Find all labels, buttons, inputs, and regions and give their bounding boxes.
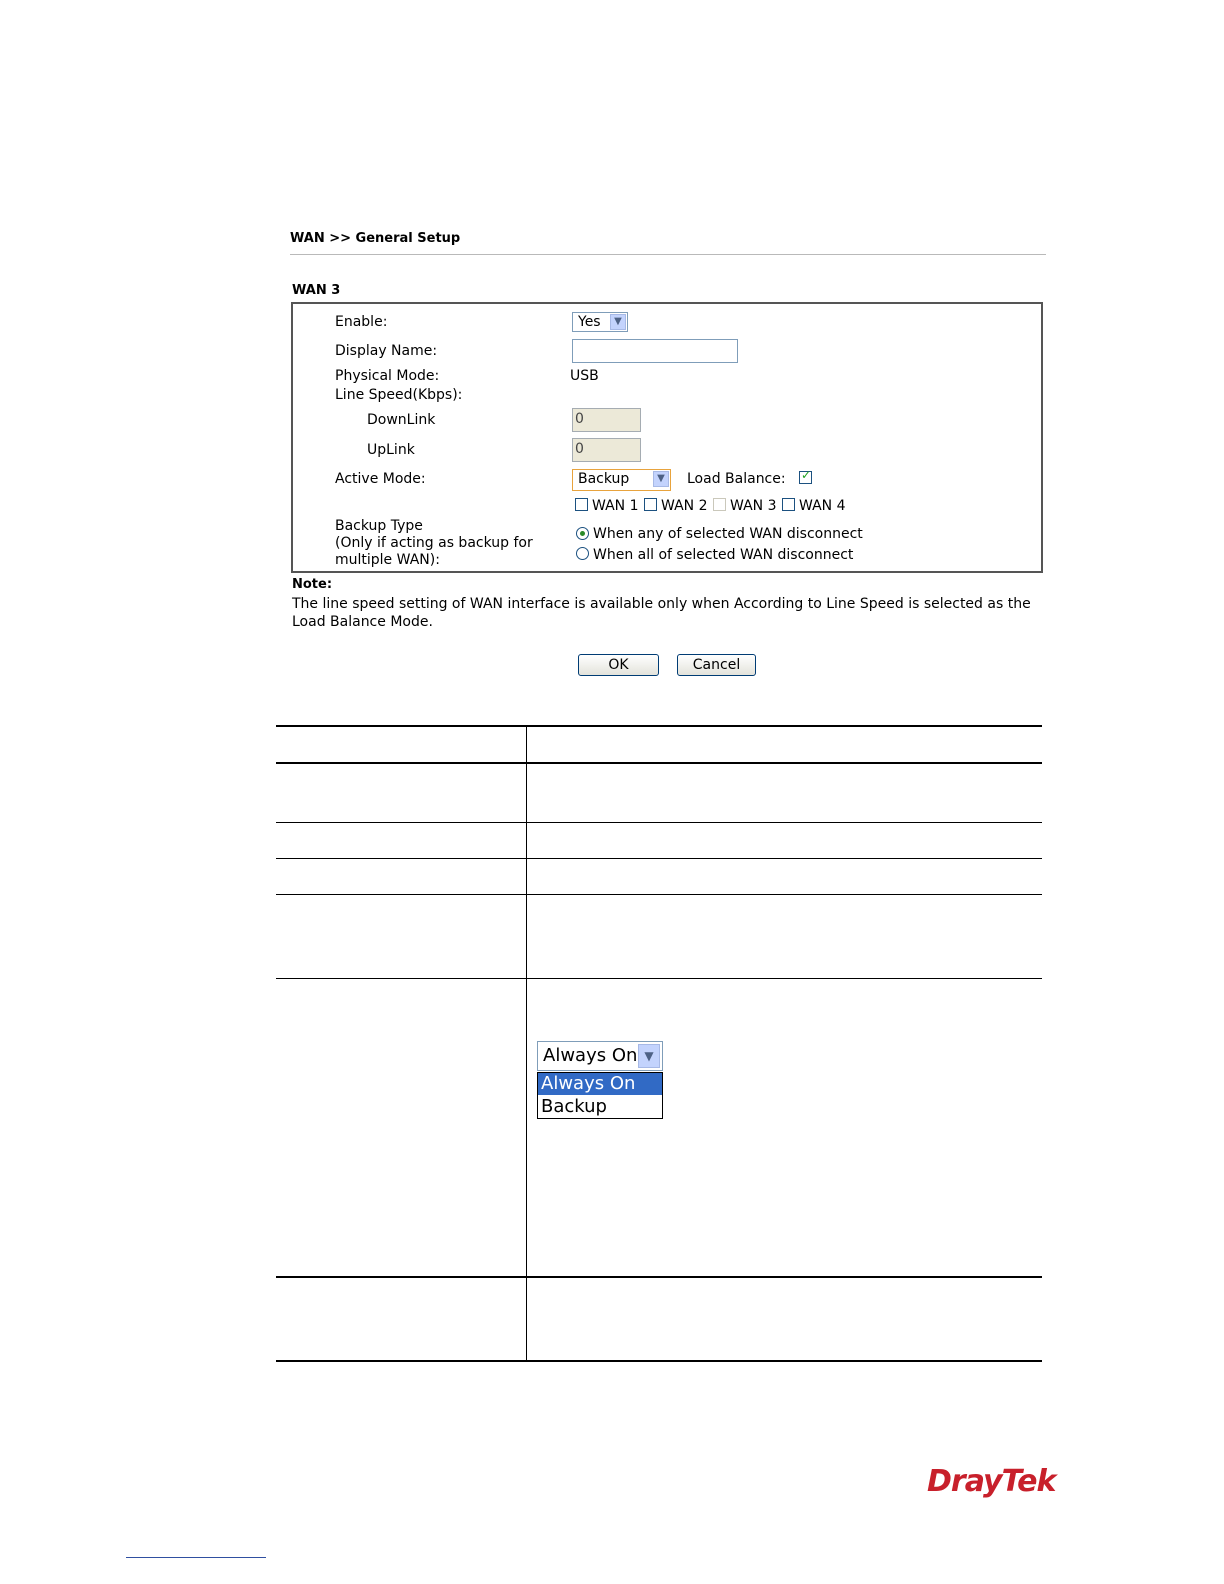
footer-divider <box>126 1557 266 1558</box>
dropdown-option-always-on[interactable]: Always On <box>538 1073 662 1095</box>
wan4-checkbox[interactable] <box>782 498 795 511</box>
active-mode-select[interactable]: Backup ▼ <box>572 469 671 491</box>
backup-type-hint-cont: multiple WAN): <box>335 552 440 568</box>
load-balance-checkbox[interactable]: ✓ <box>799 468 812 484</box>
ok-button[interactable]: OK <box>578 654 659 676</box>
wan-setup-form: Enable: Yes ▼ Display Name: Physical Mod… <box>291 302 1043 573</box>
draytek-logo: DrayTek <box>927 1464 1056 1499</box>
wan3-label: WAN 3 <box>730 498 777 514</box>
downlink-input[interactable]: 0 <box>572 408 641 432</box>
table-bottom-border <box>276 1360 1042 1362</box>
table-row-divider <box>276 858 1042 859</box>
active-mode-select-value: Backup <box>578 471 630 487</box>
table-row-divider <box>276 1276 1042 1278</box>
enable-label: Enable: <box>335 314 388 330</box>
table-top-border <box>276 725 1042 727</box>
table-column-divider <box>526 725 527 1362</box>
enable-select-value: Yes <box>578 314 601 330</box>
wan1-checkbox[interactable] <box>575 498 588 511</box>
display-name-input[interactable] <box>572 339 738 363</box>
active-mode-label: Active Mode: <box>335 471 426 487</box>
table-row-divider <box>276 894 1042 895</box>
downlink-label: DownLink <box>367 412 436 428</box>
load-balance-label: Load Balance: <box>687 471 786 487</box>
breadcrumb: WAN >> General Setup <box>290 231 461 246</box>
backup-all-label: When all of selected WAN disconnect <box>593 547 854 563</box>
section-title: WAN 3 <box>292 283 341 298</box>
wan4-label: WAN 4 <box>799 498 846 514</box>
table-header-divider <box>276 762 1042 764</box>
radio-selected-icon <box>580 531 585 536</box>
uplink-label: UpLink <box>367 442 415 458</box>
backup-type-label: Backup Type <box>335 518 423 534</box>
title-divider <box>290 254 1046 255</box>
wan2-label: WAN 2 <box>661 498 708 514</box>
table-row-divider <box>276 978 1042 979</box>
note-title: Note: <box>292 577 333 592</box>
backup-any-radio[interactable] <box>576 527 589 540</box>
backup-type-hint: (Only if acting as backup for <box>335 535 533 551</box>
display-name-label: Display Name: <box>335 343 438 359</box>
enable-select[interactable]: Yes ▼ <box>572 312 628 332</box>
physical-mode-value: USB <box>570 368 599 384</box>
backup-all-radio[interactable] <box>576 547 589 560</box>
cancel-button[interactable]: Cancel <box>677 654 756 676</box>
chevron-down-icon: ▼ <box>638 1044 660 1068</box>
wan2-checkbox[interactable] <box>644 498 657 511</box>
backup-any-label: When any of selected WAN disconnect <box>593 526 863 542</box>
wan3-checkbox <box>713 498 726 511</box>
dropdown-option-backup[interactable]: Backup <box>538 1096 662 1118</box>
wan1-label: WAN 1 <box>592 498 639 514</box>
chevron-down-icon: ▼ <box>610 314 626 330</box>
uplink-input[interactable]: 0 <box>572 438 641 462</box>
checkmark-icon: ✓ <box>801 468 812 482</box>
line-speed-label: Line Speed(Kbps): <box>335 387 463 403</box>
active-mode-dropdown-example[interactable]: Always On ▼ <box>537 1041 663 1071</box>
dropdown-options-list: Always On Backup <box>537 1072 663 1119</box>
physical-mode-label: Physical Mode: <box>335 368 440 384</box>
dropdown-current-value: Always On <box>543 1045 638 1066</box>
chevron-down-icon: ▼ <box>653 471 669 487</box>
table-row-divider <box>276 822 1042 823</box>
note-text: The line speed setting of WAN interface … <box>292 596 1031 630</box>
